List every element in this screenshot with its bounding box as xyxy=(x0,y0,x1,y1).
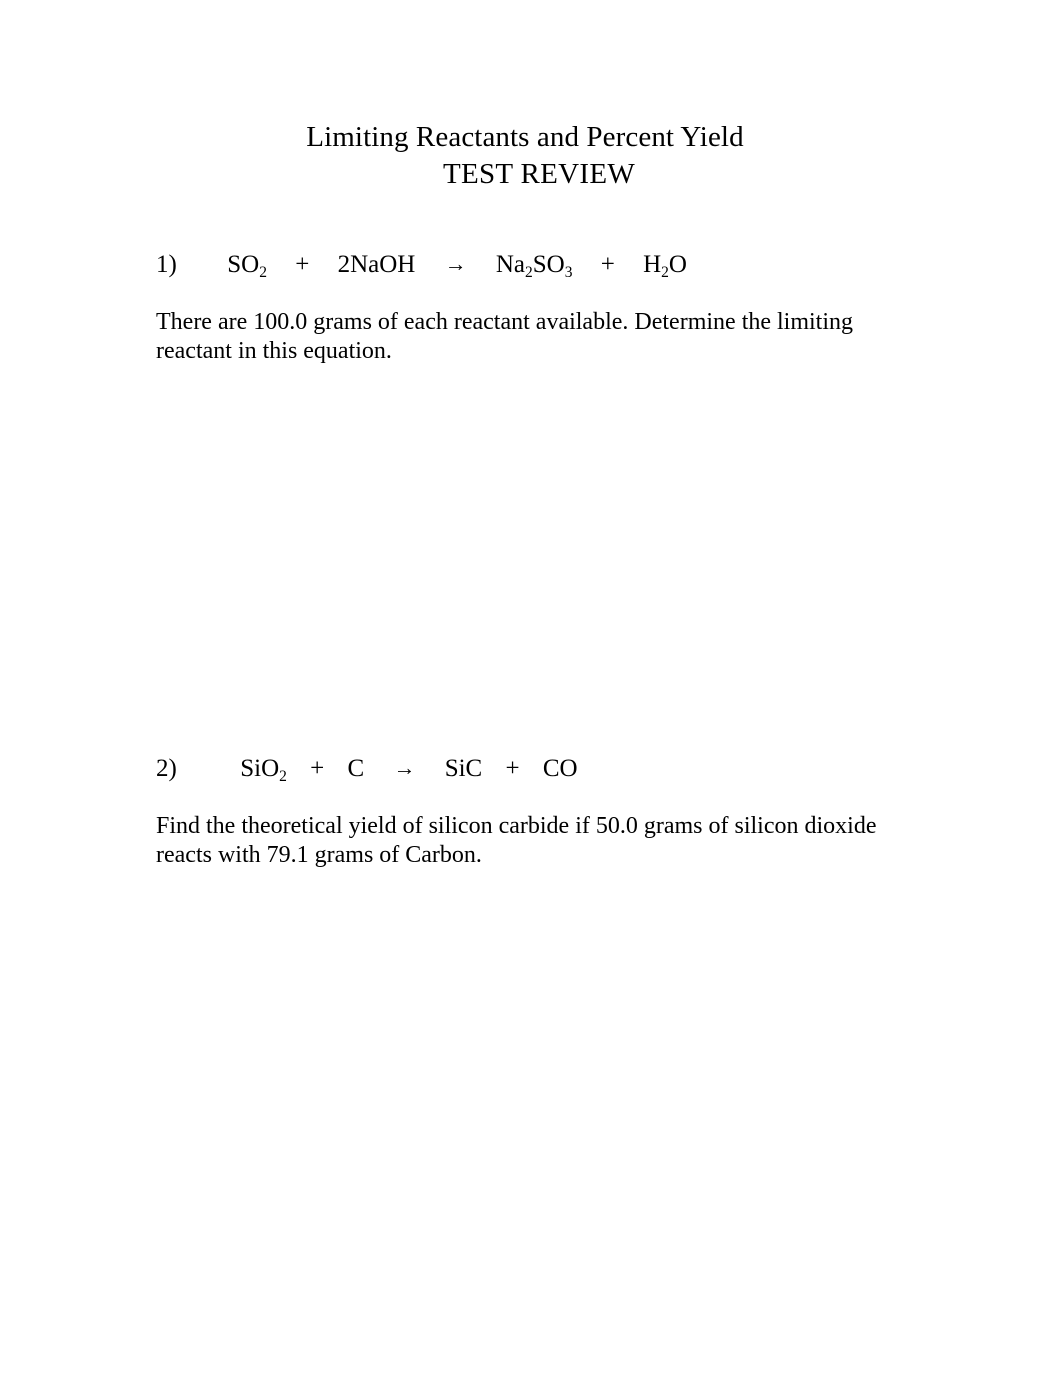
problem-2-product-2: CO xyxy=(542,755,578,782)
problem-2-operator-1: + xyxy=(310,755,325,782)
formula-base: SO xyxy=(227,251,260,278)
problem-2-equation: 2) SiO2 + C → SiC + CO xyxy=(156,752,916,786)
reaction-arrow-icon: → xyxy=(393,755,416,780)
problem-2: 2) SiO2 + C → SiC + CO Find the theoreti… xyxy=(156,752,916,1290)
problem-1: 1) SO2 + 2NaOH → Na2SO3 + H2O There are … xyxy=(156,248,916,726)
problem-1-number: 1) xyxy=(156,251,177,278)
problem-2-work-area xyxy=(156,870,916,1290)
formula-subscript: 2 xyxy=(525,263,533,281)
formula-base: SO xyxy=(532,251,565,278)
page-title: Limiting Reactants and Percent Yield TES… xyxy=(0,118,1050,193)
problem-2-prompt: Find the theoretical yield of silicon ca… xyxy=(156,813,877,868)
problem-2-reactant-2: C xyxy=(347,755,365,782)
problem-1-reactant-2: 2NaOH xyxy=(337,251,416,278)
page-title-line-2: TEST REVIEW xyxy=(442,158,636,190)
problem-1-prompt: There are 100.0 grams of each reactant a… xyxy=(156,309,854,364)
problem-1-reactant-1: SO2 xyxy=(227,248,267,282)
problem-1-operator-2: + xyxy=(600,251,615,278)
formula-subscript: 2 xyxy=(259,263,267,281)
problem-2-reactant-1: SiO2 xyxy=(240,752,287,786)
formula-base: O xyxy=(668,251,687,278)
problem-2-number: 2) xyxy=(156,755,177,782)
formula-subscript: 2 xyxy=(661,263,669,281)
formula-base: SiO xyxy=(240,755,280,782)
formula-base: H xyxy=(643,251,662,278)
formula-subscript: 3 xyxy=(564,263,573,281)
worksheet-page: Limiting Reactants and Percent Yield TES… xyxy=(0,0,1062,1377)
problem-1-equation: 1) SO2 + 2NaOH → Na2SO3 + H2O xyxy=(156,248,916,282)
problem-1-product-1: Na2SO3 xyxy=(496,248,573,282)
problem-1-work-area xyxy=(156,366,916,726)
page-title-line-1: Limiting Reactants and Percent Yield xyxy=(306,121,744,153)
problem-2-operator-2: + xyxy=(505,755,520,782)
formula-base: Na xyxy=(495,251,525,278)
problem-1-product-2: H2O xyxy=(643,248,687,282)
formula-subscript: 2 xyxy=(279,767,287,785)
problem-1-operator-1: + xyxy=(295,251,310,278)
problem-2-product-1: SiC xyxy=(444,755,483,782)
reaction-arrow-icon: → xyxy=(444,251,467,276)
